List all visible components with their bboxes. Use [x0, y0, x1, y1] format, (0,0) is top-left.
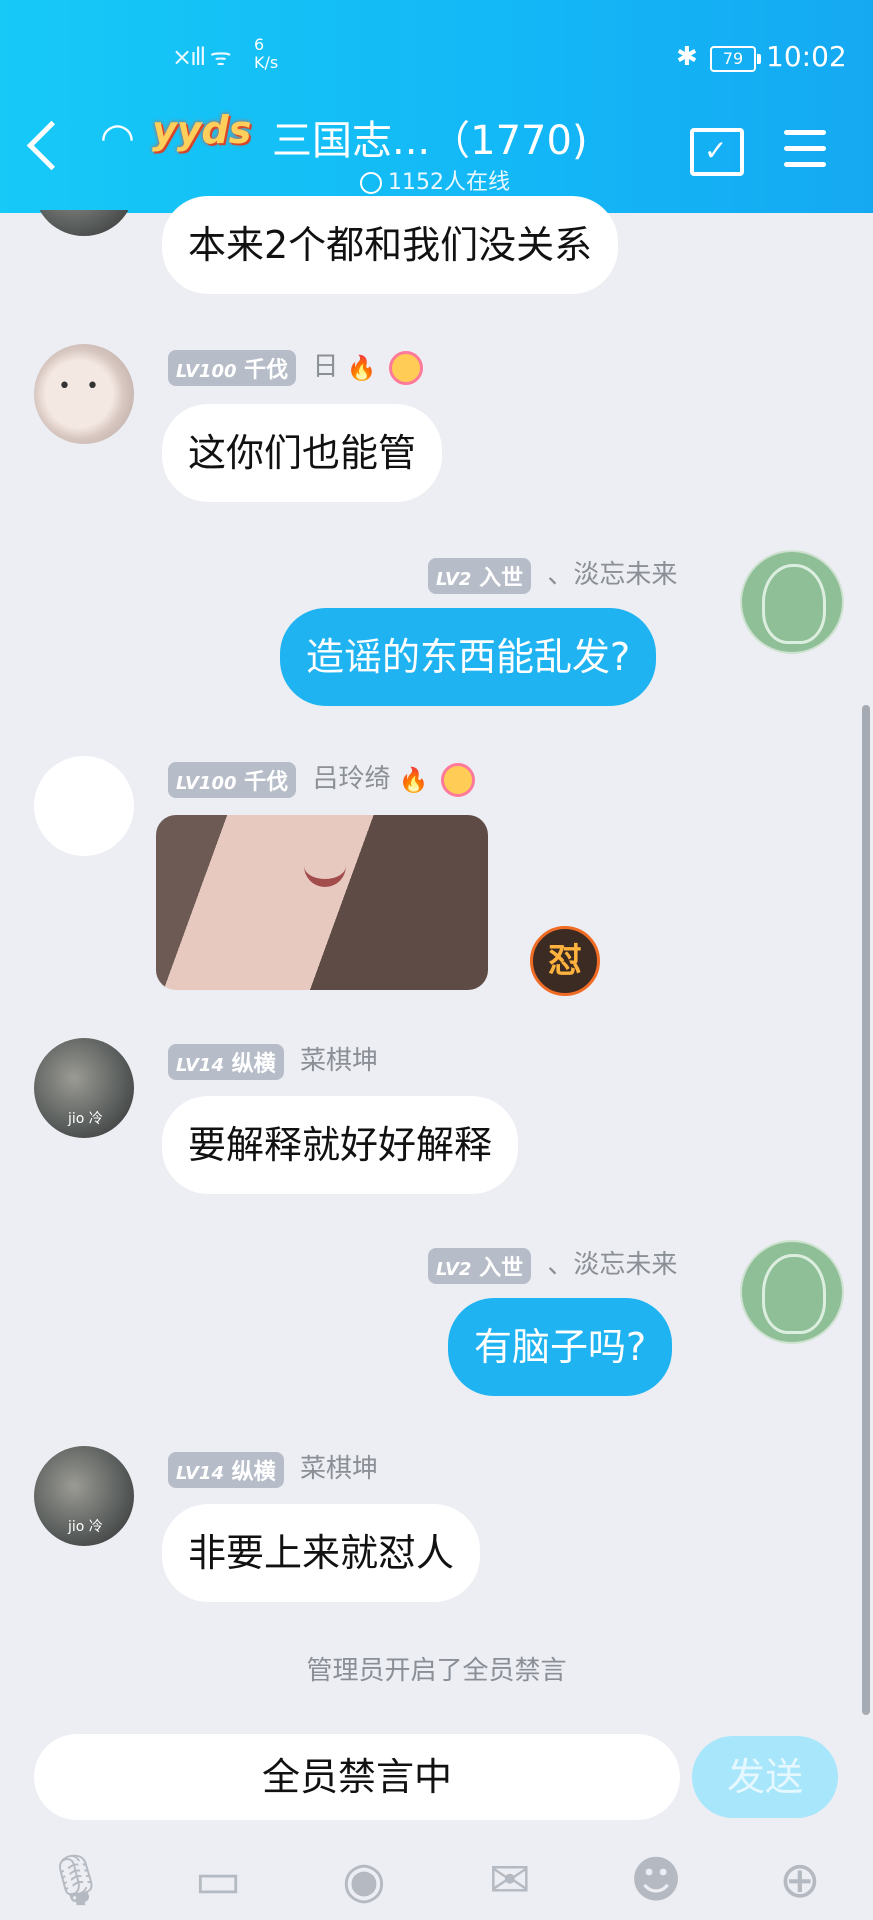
emoji-icon[interactable]: ☻: [628, 1852, 684, 1908]
sender-name[interactable]: 菜棋坤: [300, 1046, 378, 1076]
image-message[interactable]: [156, 815, 488, 990]
battery-icon: 79: [710, 46, 761, 72]
sender-meta: LV100 千伐 吕玲绮 🔥: [168, 758, 475, 798]
level-badge: LV2 入世: [428, 1247, 532, 1284]
sender-meta: LV14 纵横 菜棋坤: [168, 1040, 378, 1080]
bluetooth-icon: ✱: [676, 42, 698, 72]
sender-name[interactable]: 吕玲绮: [312, 764, 390, 794]
message-bubble[interactable]: 造谣的东西能乱发?: [280, 608, 657, 706]
message-bubble[interactable]: 要解释就好好解释: [162, 1096, 519, 1194]
fire-icon: 🔥: [398, 765, 429, 794]
smile-badge-icon: [388, 350, 423, 385]
system-message: 管理员开启了全员禁言: [306, 1656, 567, 1686]
online-count: 1152人在线: [360, 164, 510, 196]
group-logo: yyds: [152, 108, 252, 152]
status-bar: ×ıll ᯤ 6 K/s ✱ 79 10:02: [0, 26, 873, 86]
chat-header: ×ıll ᯤ 6 K/s ✱ 79 10:02 ◠ yyds 三国志...（17…: [0, 0, 873, 213]
mic-icon[interactable]: 🎙: [44, 1852, 107, 1908]
sender-name[interactable]: 、淡忘未来: [547, 1250, 677, 1280]
level-badge: LV2 入世: [428, 557, 532, 594]
back-icon[interactable]: [26, 120, 77, 171]
net-speed: 6 K/s: [254, 35, 279, 72]
avatar[interactable]: jio 冷: [34, 1446, 134, 1546]
signal-icon: ×ıll ᯤ: [172, 43, 232, 71]
send-button[interactable]: 发送: [692, 1736, 838, 1818]
page-title[interactable]: 三国志...（1770): [272, 108, 588, 166]
sender-meta: LV2 入世 、淡忘未来: [428, 554, 677, 594]
level-badge: LV14 纵横: [168, 1043, 284, 1080]
level-badge: LV14 纵横: [168, 1451, 284, 1488]
avatar[interactable]: jio 冷: [34, 1038, 134, 1138]
sender-meta: LV2 入世 、淡忘未来: [428, 1244, 677, 1284]
plus-icon[interactable]: ⊕: [772, 1852, 828, 1908]
fire-icon: 🔥: [346, 353, 377, 382]
clock: 10:02: [766, 40, 847, 73]
avatar[interactable]: [34, 756, 134, 856]
camera-icon[interactable]: ◉: [336, 1852, 392, 1908]
message-bubble[interactable]: 有脑子吗?: [448, 1298, 673, 1396]
avatar[interactable]: [34, 344, 134, 444]
ear-icon[interactable]: ◠: [100, 115, 135, 161]
dui-sticker-icon[interactable]: 怼: [530, 926, 600, 996]
sender-meta: LV14 纵横 菜棋坤: [168, 1448, 378, 1488]
calendar-check-icon[interactable]: [690, 128, 744, 176]
message-bubble[interactable]: 本来2个都和我们没关系: [162, 196, 619, 294]
message-bubble[interactable]: 非要上来就怼人: [162, 1504, 481, 1602]
sender-name[interactable]: 、淡忘未来: [547, 560, 677, 590]
level-badge: LV100 千伐: [168, 349, 297, 386]
sender-name[interactable]: 菜棋坤: [300, 1454, 378, 1484]
level-badge: LV100 千伐: [168, 761, 297, 798]
red-packet-icon[interactable]: ✉: [482, 1852, 538, 1908]
message-bubble[interactable]: 这你们也能管: [162, 404, 443, 502]
image-icon[interactable]: ▭: [190, 1852, 246, 1908]
message-input[interactable]: 全员禁言中: [34, 1734, 680, 1820]
sender-name[interactable]: 日: [312, 352, 338, 382]
smile-badge-icon: [440, 762, 475, 797]
avatar[interactable]: [740, 1240, 844, 1344]
sender-meta: LV100 千伐 日 🔥: [168, 346, 423, 386]
scrollbar[interactable]: [862, 705, 870, 1715]
menu-icon[interactable]: [784, 130, 826, 178]
input-toolbar: 🎙 ▭ ◉ ✉ ☻ ⊕: [0, 1838, 873, 1920]
avatar[interactable]: [740, 550, 844, 654]
online-icon: [360, 172, 382, 194]
